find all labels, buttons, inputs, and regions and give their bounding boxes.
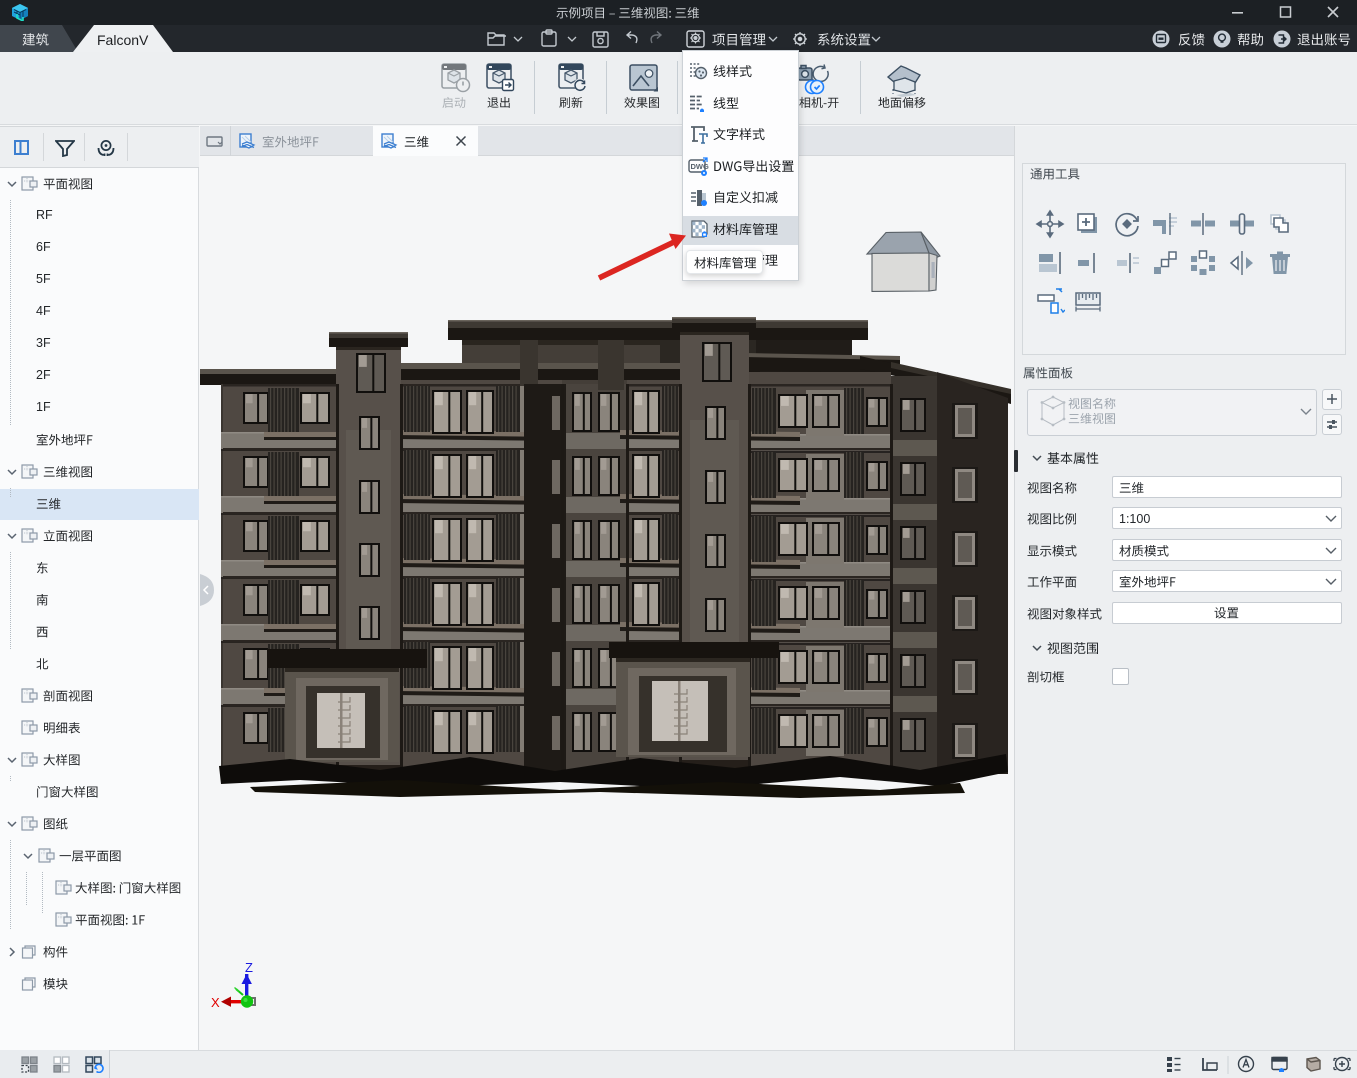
svg-text:Z: Z [245, 960, 253, 975]
svg-text:X: X [211, 995, 220, 1010]
svg-text:DWG: DWG [691, 162, 709, 171]
